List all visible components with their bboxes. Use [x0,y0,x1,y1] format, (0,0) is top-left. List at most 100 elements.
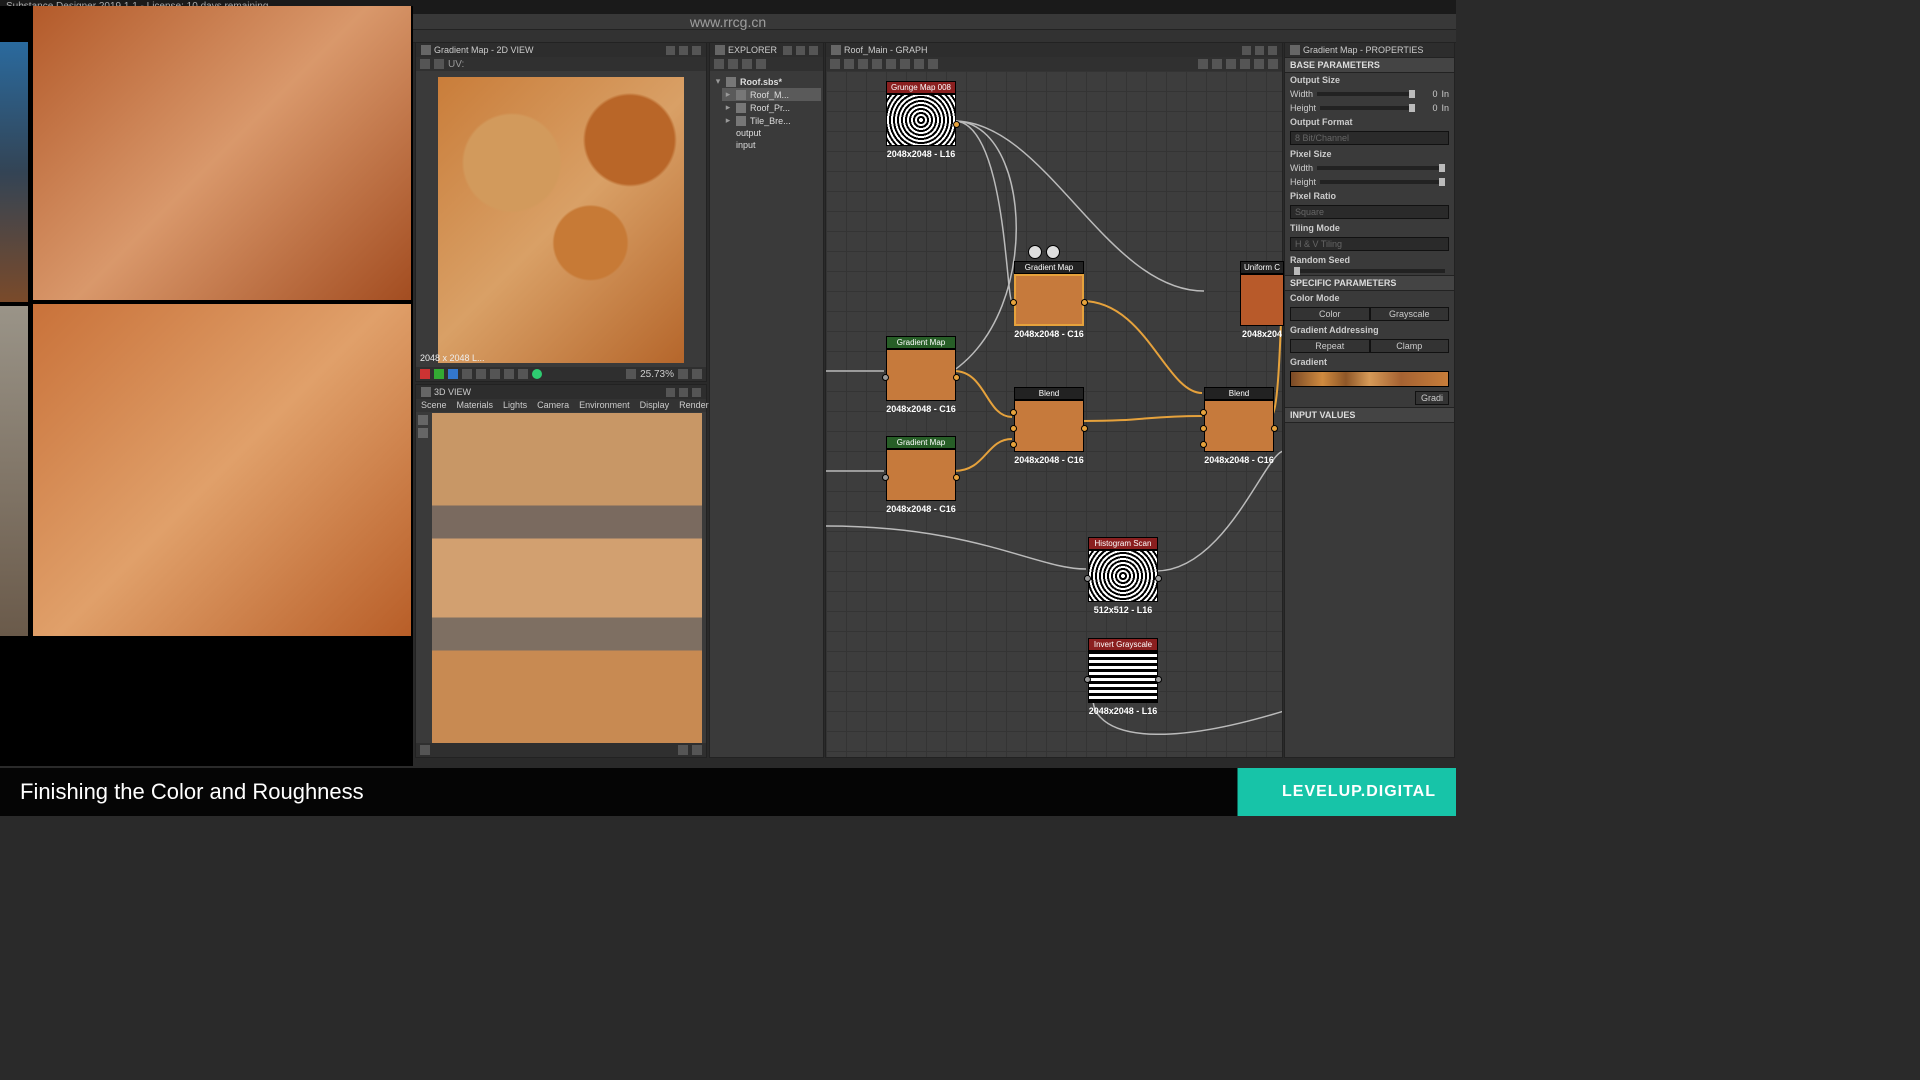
tree-item[interactable]: ▸ Roof_M... [722,88,821,101]
graph-canvas[interactable]: Grunge Map 008 2048x2048 - L16 Gradient … [826,71,1282,757]
port-out[interactable] [1155,676,1162,683]
port-in[interactable] [882,474,889,481]
pin-icon[interactable] [666,46,675,55]
channel-b-icon[interactable] [448,369,458,379]
gradient-edit-button[interactable]: Gradi [1415,391,1449,405]
menu-environment[interactable]: Environment [579,400,630,411]
node-gradient-map[interactable]: Gradient Map 2048x2048 - C16 [886,336,956,414]
tile-icon[interactable] [476,369,486,379]
tree-root[interactable]: ▾ Roof.sbs* [712,75,821,88]
node-grunge-map[interactable]: Grunge Map 008 2048x2048 - L16 [886,81,956,159]
port-in[interactable] [882,374,889,381]
pick-icon[interactable] [518,369,528,379]
graph-tool-icon[interactable] [1226,59,1236,69]
channel-r-icon[interactable] [420,369,430,379]
port-in[interactable] [1010,409,1017,416]
node-invert-grayscale[interactable]: Invert Grayscale 2048x2048 - L16 [1088,638,1158,716]
ruler-icon[interactable] [504,369,514,379]
popout-icon[interactable] [679,46,688,55]
explorer-tool-icon[interactable] [756,59,766,69]
popout-icon[interactable] [796,46,805,55]
tree-item[interactable]: ▸ Tile_Bre... [722,114,821,127]
pixel-height-slider[interactable] [1320,180,1445,184]
pixel-ratio-dropdown[interactable]: Square [1290,205,1449,219]
height-slider[interactable] [1320,106,1415,110]
port-out[interactable] [953,474,960,481]
grid-icon[interactable] [462,369,472,379]
menu-materials[interactable]: Materials [457,400,494,411]
tree-item[interactable]: ▸ Roof_Pr... [722,101,821,114]
port-out[interactable] [1081,425,1088,432]
color-mode-color[interactable]: Color [1290,307,1370,321]
port-out[interactable] [1155,575,1162,582]
port-in[interactable] [1200,441,1207,448]
color-mode-grayscale[interactable]: Grayscale [1370,307,1450,321]
tool-icon[interactable] [420,59,430,69]
node-action-icon[interactable] [1028,245,1042,259]
explorer-tool-icon[interactable] [714,59,724,69]
section-input-values[interactable]: INPUT VALUES [1285,407,1454,423]
popout-icon[interactable] [679,388,688,397]
graph-tool-icon[interactable] [1212,59,1222,69]
node-gradient-map[interactable]: Gradient Map 2048x2048 - C16 [1014,261,1084,339]
lock-icon[interactable] [692,369,702,379]
port-out[interactable] [953,374,960,381]
pin-icon[interactable] [1242,46,1251,55]
popout-icon[interactable] [1255,46,1264,55]
graph-tool-icon[interactable] [1240,59,1250,69]
info-icon[interactable] [692,745,702,755]
color-indicator-icon[interactable] [532,369,542,379]
menu-camera[interactable]: Camera [537,400,569,411]
graph-tool-icon[interactable] [844,59,854,69]
inherit-label[interactable]: In [1441,103,1449,113]
pin-icon[interactable] [666,388,675,397]
close-icon[interactable] [809,46,818,55]
channel-g-icon[interactable] [434,369,444,379]
close-icon[interactable] [1268,46,1277,55]
stats-icon[interactable] [678,745,688,755]
tree-item[interactable]: output [734,127,821,139]
axis-icon[interactable] [420,745,430,755]
info-icon[interactable] [490,369,500,379]
close-icon[interactable] [692,388,701,397]
node-blend[interactable]: Blend 2048x2048 - C16 [1204,387,1274,465]
format-dropdown[interactable]: 8 Bit/Channel [1290,131,1449,145]
node-gradient-map[interactable]: Gradient Map 2048x2048 - C16 [886,436,956,514]
port-in[interactable] [1084,676,1091,683]
port-in[interactable] [1010,425,1017,432]
addressing-clamp[interactable]: Clamp [1370,339,1450,353]
explorer-tool-icon[interactable] [742,59,752,69]
graph-tool-icon[interactable] [914,59,924,69]
width-slider[interactable] [1317,92,1415,96]
node-blend[interactable]: Blend 2048x2048 - C16 [1014,387,1084,465]
menu-lights[interactable]: Lights [503,400,527,411]
port-in[interactable] [1010,299,1017,306]
port-in[interactable] [1084,575,1091,582]
node-histogram-scan[interactable]: Histogram Scan 512x512 - L16 [1088,537,1158,615]
section-base-params[interactable]: BASE PARAMETERS [1285,57,1454,73]
inherit-label[interactable]: In [1441,89,1449,99]
explorer-tool-icon[interactable] [728,59,738,69]
camera-icon[interactable] [858,59,868,69]
zoom-reset-icon[interactable] [678,369,688,379]
port-in[interactable] [1010,441,1017,448]
close-icon[interactable] [692,46,701,55]
texture-preview-2d[interactable] [438,77,684,363]
seed-slider[interactable] [1294,269,1445,273]
render-preview-3d[interactable] [432,413,702,743]
info-icon[interactable] [872,59,882,69]
gradient-editor[interactable] [1290,371,1449,387]
port-in[interactable] [1200,425,1207,432]
port-out[interactable] [1271,425,1278,432]
fit-icon[interactable] [626,369,636,379]
port-in[interactable] [1200,409,1207,416]
pixel-width-slider[interactable] [1317,166,1445,170]
addressing-repeat[interactable]: Repeat [1290,339,1370,353]
pin-icon[interactable] [783,46,792,55]
tool-icon[interactable] [434,59,444,69]
camera-icon[interactable] [418,415,428,425]
search-icon[interactable] [886,59,896,69]
graph-tool-icon[interactable] [1198,59,1208,69]
port-out[interactable] [1081,299,1088,306]
node-uniform-color[interactable]: Uniform C 2048x204 [1240,261,1284,339]
